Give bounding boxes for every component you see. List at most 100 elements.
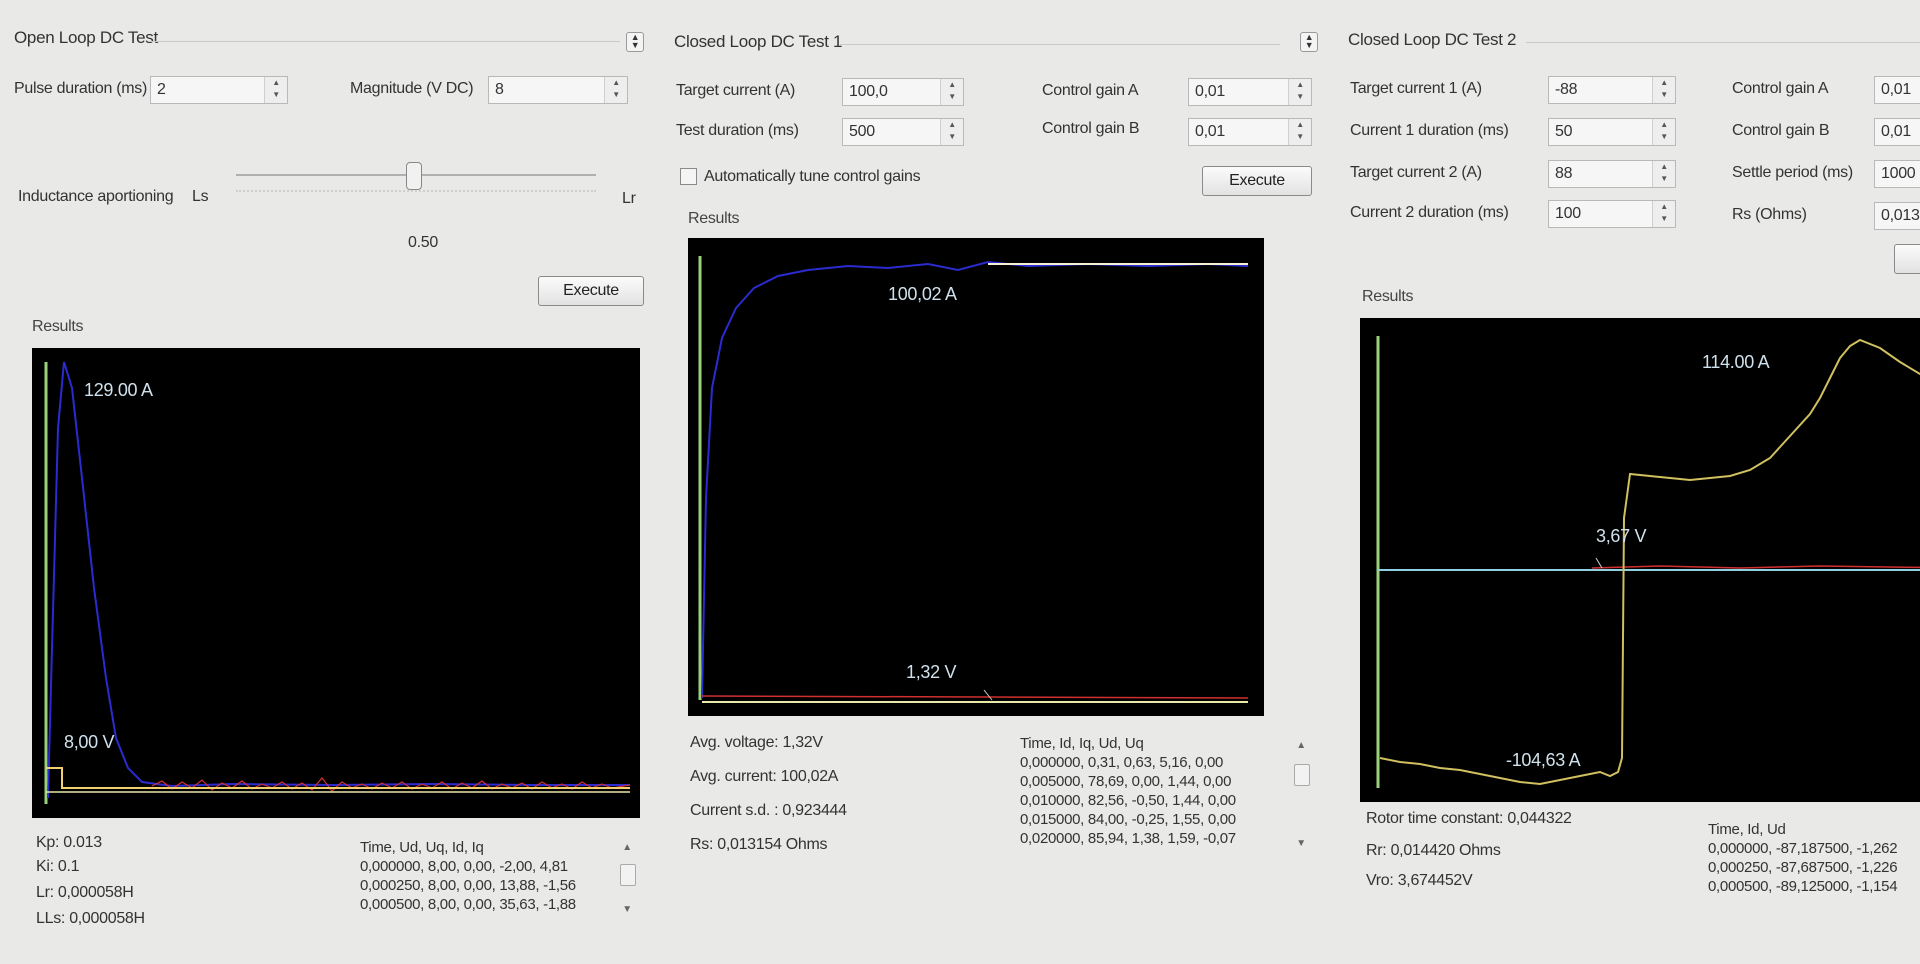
spinner-icon[interactable]: ▲ ▼: [940, 119, 963, 145]
scrollbar-thumb[interactable]: [1294, 764, 1310, 786]
plot-voltage-label: 3,67 V: [1596, 526, 1647, 546]
settle-period-field[interactable]: 1000: [1874, 160, 1920, 188]
plot-voltage-label: 8,00 V: [64, 732, 115, 752]
rs-value: 0,013: [1881, 207, 1920, 224]
stat-current-sd: Current s.d. : 0,923444: [690, 802, 847, 819]
header-divider: [840, 44, 1280, 45]
pulse-duration-field[interactable]: 2 ▲ ▼: [150, 76, 288, 104]
current-1-duration-field[interactable]: 50 ▲ ▼: [1548, 118, 1676, 146]
list-item[interactable]: 0,020000, 85,94, 1,38, 1,59, -0,07: [1020, 829, 1290, 848]
list-item[interactable]: 0,000500, -89,125000, -1,154: [1708, 877, 1920, 896]
control-gain-b-value: 0,01: [1881, 123, 1911, 140]
magnitude-label: Magnitude (V DC): [350, 80, 474, 97]
target-current-2-field[interactable]: 88 ▲ ▼: [1548, 160, 1676, 188]
closed-loop-2-panel: Closed Loop DC Test 2 Target current 1 (…: [1330, 0, 1920, 964]
control-gain-a-value: 0,01: [1881, 81, 1911, 98]
results-label: Results: [1362, 288, 1414, 305]
scroll-down-icon[interactable]: ▼: [620, 904, 634, 915]
list-header: Time, Ud, Uq, Id, Iq: [360, 839, 484, 856]
slider-thumb[interactable]: [406, 162, 422, 190]
list-item[interactable]: 0,000000, 0,31, 0,63, 5,16, 0,00: [1020, 753, 1290, 772]
control-gain-a-label: Control gain A: [1732, 80, 1829, 97]
plot-positive-current-label: 114.00 A: [1702, 352, 1770, 372]
stat-lls: LLs: 0,000058H: [36, 910, 145, 927]
control-gain-b-label: Control gain B: [1042, 120, 1140, 137]
list-item[interactable]: 0,000000, 8,00, 0,00, -2,00, 4,81: [360, 857, 620, 876]
control-gain-a-field[interactable]: 0,01: [1874, 76, 1920, 104]
open-loop-traces: [44, 361, 631, 804]
target-current-1-field[interactable]: -88 ▲ ▼: [1548, 76, 1676, 104]
stat-rotor-time-constant: Rotor time constant: 0,044322: [1366, 810, 1572, 827]
spinner-icon[interactable]: ▲ ▼: [1288, 79, 1311, 105]
plot-voltage-label: 1,32 V: [906, 662, 957, 682]
magnitude-field[interactable]: 8 ▲ ▼: [488, 76, 628, 104]
plot-negative-current-label: -104,63 A: [1506, 750, 1581, 770]
execute-button[interactable]: Execute: [1202, 166, 1312, 196]
closed-loop-1-plot: 100,02 A 1,32 V: [688, 238, 1264, 716]
list-header: Time, Id, Iq, Ud, Uq: [1020, 735, 1144, 752]
target-current-2-value: 88: [1555, 165, 1573, 182]
magnitude-value: 8: [495, 81, 504, 98]
header-divider: [1526, 42, 1920, 43]
settle-period-value: 1000: [1881, 165, 1916, 182]
spinner-icon[interactable]: ▲ ▼: [1652, 161, 1675, 187]
lr-label: Lr: [622, 190, 636, 207]
results-label: Results: [688, 210, 740, 227]
spinner-icon[interactable]: ▲ ▼: [1652, 201, 1675, 227]
scroll-down-icon[interactable]: ▼: [1294, 838, 1308, 849]
collapse-icon[interactable]: ▲ ▼: [626, 32, 644, 52]
collapse-icon[interactable]: ▲ ▼: [1300, 32, 1318, 52]
stat-avg-current: Avg. current: 100,02A: [690, 768, 839, 785]
control-gain-b-field[interactable]: 0,01 ▲ ▼: [1188, 118, 1312, 146]
inductance-slider[interactable]: [236, 160, 596, 200]
test-duration-field[interactable]: 500 ▲ ▼: [842, 118, 964, 146]
control-gain-a-value: 0,01: [1195, 83, 1225, 100]
header-divider: [150, 41, 620, 42]
closed-loop-2-title: Closed Loop DC Test 2: [1348, 30, 1517, 49]
spinner-icon[interactable]: ▲ ▼: [264, 77, 287, 103]
auto-tune-checkbox[interactable]: [680, 168, 697, 185]
list-item[interactable]: 0,000250, -87,687500, -1,226: [1708, 858, 1920, 877]
spinner-icon[interactable]: ▲ ▼: [1288, 119, 1311, 145]
list-item[interactable]: 0,015000, 84,00, -0,25, 1,55, 0,00: [1020, 810, 1290, 829]
pulse-duration-value: 2: [157, 81, 166, 98]
closed-loop-1-traces: [698, 256, 1249, 703]
scroll-up-icon[interactable]: ▲: [620, 842, 634, 853]
list-header: Time, Id, Ud: [1708, 821, 1786, 838]
list-item[interactable]: 0,000250, 8,00, 0,00, 13,88, -1,56: [360, 876, 620, 895]
stat-avg-voltage: Avg. voltage: 1,32V: [690, 734, 823, 751]
scroll-up-icon[interactable]: ▲: [1294, 740, 1308, 751]
control-gain-b-field[interactable]: 0,01: [1874, 118, 1920, 146]
slider-ticks: [236, 190, 596, 194]
target-current-2-label: Target current 2 (A): [1350, 164, 1482, 181]
execute-button[interactable]: [1894, 244, 1920, 274]
list-item[interactable]: 0,005000, 78,69, 0,00, 1,44, 0,00: [1020, 772, 1290, 791]
settle-period-label: Settle period (ms): [1732, 164, 1853, 181]
inductance-label: Inductance aportioning: [18, 188, 174, 205]
spinner-icon[interactable]: ▲ ▼: [940, 79, 963, 105]
result-list[interactable]: Time, Id, Ud 0,000000, -87,187500, -1,26…: [1708, 820, 1920, 904]
spinner-icon[interactable]: ▲ ▼: [604, 77, 627, 103]
spinner-icon[interactable]: ▲ ▼: [1652, 119, 1675, 145]
test-duration-label: Test duration (ms): [676, 122, 799, 139]
execute-button[interactable]: Execute: [538, 276, 644, 306]
slider-value: 0.50: [408, 234, 438, 251]
current-2-duration-field[interactable]: 100 ▲ ▼: [1548, 200, 1676, 228]
rs-field[interactable]: 0,013: [1874, 202, 1920, 230]
list-item[interactable]: 0,000000, -87,187500, -1,262: [1708, 839, 1920, 858]
results-label: Results: [32, 318, 84, 335]
auto-tune-label: Automatically tune control gains: [704, 168, 921, 185]
stat-vro: Vro: 3,674452V: [1366, 872, 1473, 889]
plot-current-label: 129.00 A: [84, 380, 153, 400]
open-loop-plot: 129.00 A 8,00 V: [32, 348, 640, 818]
result-list[interactable]: Time, Id, Iq, Ud, Uq 0,000000, 0,31, 0,6…: [1020, 734, 1290, 858]
control-gain-a-field[interactable]: 0,01 ▲ ▼: [1188, 78, 1312, 106]
list-item[interactable]: 0,000500, 8,00, 0,00, 35,63, -1,88: [360, 895, 620, 914]
list-item[interactable]: 0,010000, 82,56, -0,50, 1,44, 0,00: [1020, 791, 1290, 810]
stat-kp: Kp: 0.013: [36, 834, 102, 851]
control-gain-a-label: Control gain A: [1042, 82, 1139, 99]
spinner-icon[interactable]: ▲ ▼: [1652, 77, 1675, 103]
target-current-field[interactable]: 100,0 ▲ ▼: [842, 78, 964, 106]
result-list[interactable]: Time, Ud, Uq, Id, Iq 0,000000, 8,00, 0,0…: [360, 838, 620, 918]
scrollbar-thumb[interactable]: [620, 864, 636, 886]
